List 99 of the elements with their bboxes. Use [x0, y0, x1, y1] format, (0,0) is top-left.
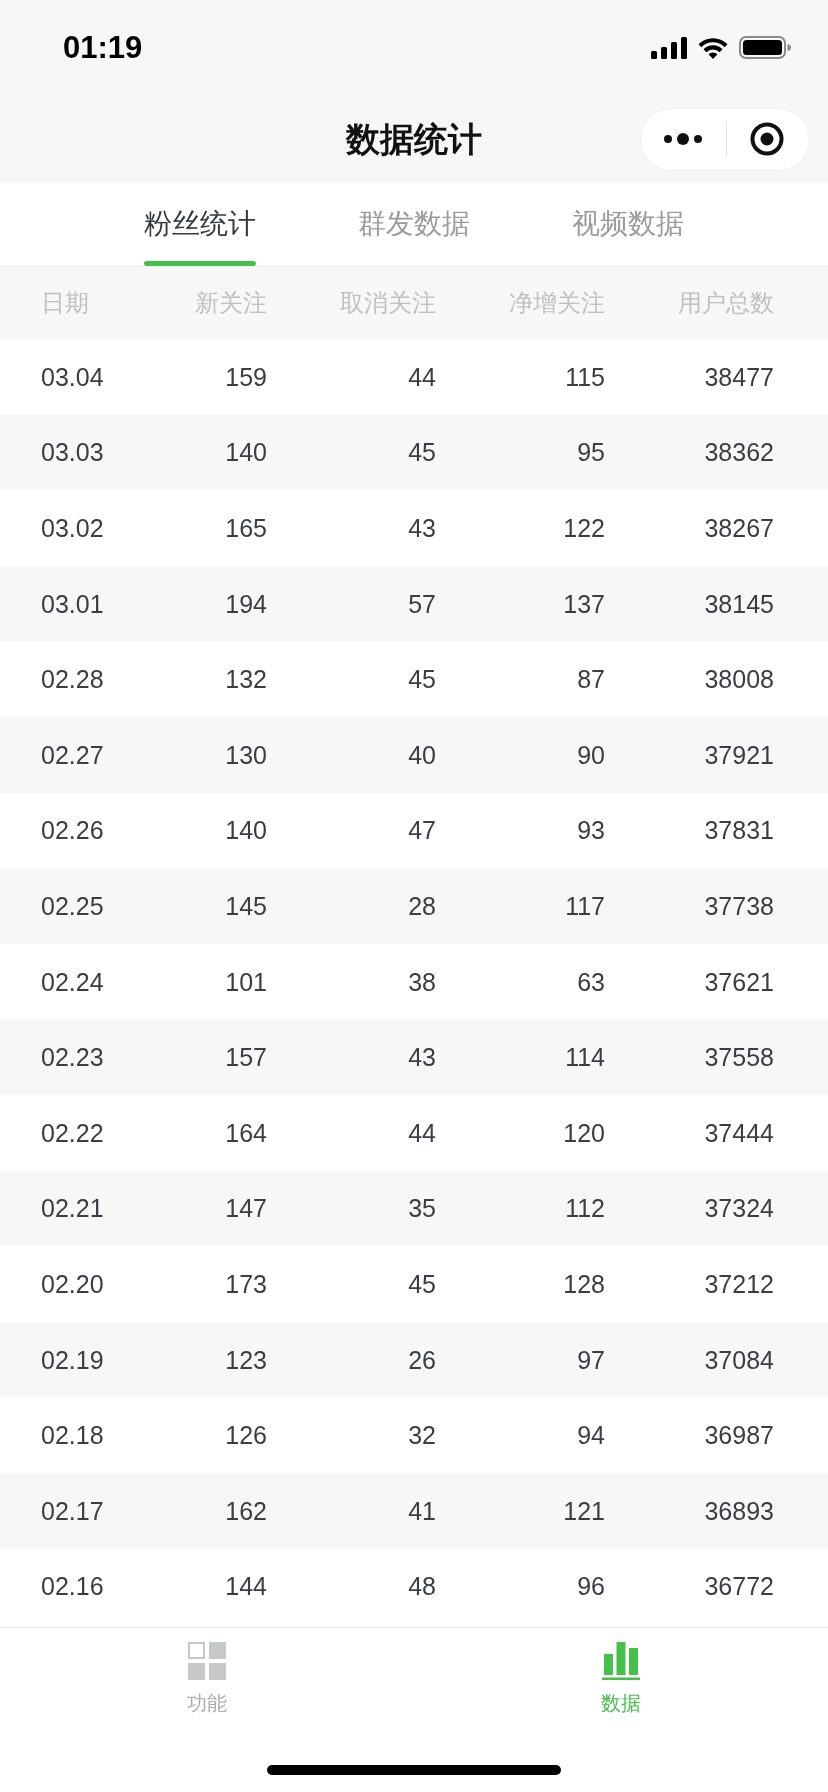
- table-cell: 37084: [704, 1344, 774, 1375]
- table-cell: 43: [408, 513, 436, 543]
- table-cell: 36893: [704, 1495, 774, 1526]
- table-cell: 115: [565, 361, 605, 392]
- table-cell: 02.16: [41, 1571, 104, 1602]
- table-cell: 140: [225, 815, 267, 846]
- table-cell: 02.22: [41, 1117, 104, 1148]
- table-cell: 130: [225, 739, 267, 770]
- signal-icon: [651, 36, 687, 59]
- table-cell: 57: [408, 588, 436, 619]
- table-cell: 47: [408, 815, 436, 846]
- table-cell: 02.28: [41, 664, 104, 695]
- table-cell: 44: [408, 1117, 436, 1148]
- table-cell: 02.26: [41, 815, 104, 846]
- table-cell: 132: [225, 664, 267, 695]
- table-cell: 145: [225, 890, 267, 921]
- bar-chart-icon: [602, 1642, 640, 1680]
- table-cell: 144: [225, 1571, 267, 1602]
- table-cell: 165: [225, 513, 267, 543]
- table-cell: 123: [225, 1344, 267, 1375]
- table-cell: 41: [408, 1495, 436, 1526]
- table-cell: 37831: [704, 815, 774, 846]
- table-cell: 02.21: [41, 1193, 104, 1224]
- table-cell: 03.03: [41, 437, 104, 468]
- table-cell: 45: [408, 664, 436, 695]
- page-title: 数据统计: [346, 118, 482, 160]
- table-cell: 03.02: [41, 513, 104, 543]
- table-cell: 02.24: [41, 966, 104, 997]
- table-cell: 96: [577, 1571, 605, 1602]
- wifi-icon: [697, 36, 729, 59]
- table-cell: 03.01: [41, 588, 104, 619]
- table-cell: 37212: [704, 1268, 774, 1299]
- table-cell: 114: [565, 1042, 605, 1073]
- table-cell: 38362: [704, 437, 774, 468]
- table-cell: 32: [408, 1420, 436, 1451]
- table-cell: 93: [577, 815, 605, 846]
- table-cell: 02.23: [41, 1042, 104, 1073]
- table-cell: 02.19: [41, 1344, 104, 1375]
- tab[interactable]: 粉丝统计: [144, 183, 256, 266]
- table-cell: 38: [408, 966, 436, 997]
- table-cell: 90: [577, 739, 605, 770]
- table-cell: 122: [563, 513, 605, 543]
- table-cell: 43: [408, 1042, 436, 1073]
- table-cell: 36987: [704, 1420, 774, 1451]
- table-cell: 02.27: [41, 739, 104, 770]
- table-cell: 37921: [704, 739, 774, 770]
- table-cell: 02.18: [41, 1420, 104, 1451]
- table-cell: 02.25: [41, 890, 104, 921]
- table-cell: 02.20: [41, 1268, 104, 1299]
- table-cell: 40: [408, 739, 436, 770]
- tab-bar-item[interactable]: 功能: [187, 1628, 227, 1715]
- table-cell: 173: [225, 1268, 267, 1299]
- table-cell: 87: [577, 664, 605, 695]
- table-cell: 137: [563, 588, 605, 619]
- table-cell: 45: [408, 1268, 436, 1299]
- table-cell: 121: [563, 1495, 605, 1526]
- table-cell: 164: [225, 1117, 267, 1148]
- table-cell: 38145: [704, 588, 774, 619]
- table-cell: 37738: [704, 890, 774, 921]
- table-cell: 120: [563, 1117, 605, 1148]
- table-cell: 28: [408, 890, 436, 921]
- table-cell: 03.04: [41, 361, 104, 392]
- grid-icon: [188, 1642, 226, 1680]
- table-cell: 44: [408, 361, 436, 392]
- table-cell: 38008: [704, 664, 774, 695]
- table-cell: 147: [225, 1193, 267, 1224]
- table-cell: 94: [577, 1420, 605, 1451]
- table-cell: 112: [565, 1193, 605, 1224]
- table-cell: 38267: [704, 513, 774, 543]
- tab[interactable]: 视频数据: [572, 183, 684, 266]
- table-cell: 48: [408, 1571, 436, 1602]
- table-cell: 128: [563, 1268, 605, 1299]
- table-cell: 45: [408, 437, 436, 468]
- tab-bar-item[interactable]: 数据: [601, 1628, 641, 1715]
- table-cell: 37558: [704, 1042, 774, 1073]
- table-cell: 37621: [704, 966, 774, 997]
- more-icon[interactable]: [663, 132, 703, 146]
- table-cell: 117: [565, 890, 605, 921]
- table-cell: 36772: [704, 1571, 774, 1602]
- table-cell: 95: [577, 437, 605, 468]
- table-cell: 126: [225, 1420, 267, 1451]
- battery-icon: [739, 36, 791, 59]
- table-cell: 38477: [704, 361, 774, 392]
- table-cell: 02.17: [41, 1495, 104, 1526]
- target-icon[interactable]: [750, 122, 784, 156]
- table-cell: 157: [225, 1042, 267, 1073]
- table-cell: 159: [225, 361, 267, 392]
- table-cell: 101: [225, 966, 267, 997]
- table-cell: 162: [225, 1495, 267, 1526]
- table-cell: 37444: [704, 1117, 774, 1148]
- table-cell: 26: [408, 1344, 436, 1375]
- table-cell: 97: [577, 1344, 605, 1375]
- table-cell: 35: [408, 1193, 436, 1224]
- tab[interactable]: 群发数据: [358, 183, 470, 266]
- table-cell: 37324: [704, 1193, 774, 1224]
- table-cell: 63: [577, 966, 605, 997]
- table-cell: 140: [225, 437, 267, 468]
- table-cell: 194: [225, 588, 267, 619]
- status-time: 01:19: [63, 32, 143, 63]
